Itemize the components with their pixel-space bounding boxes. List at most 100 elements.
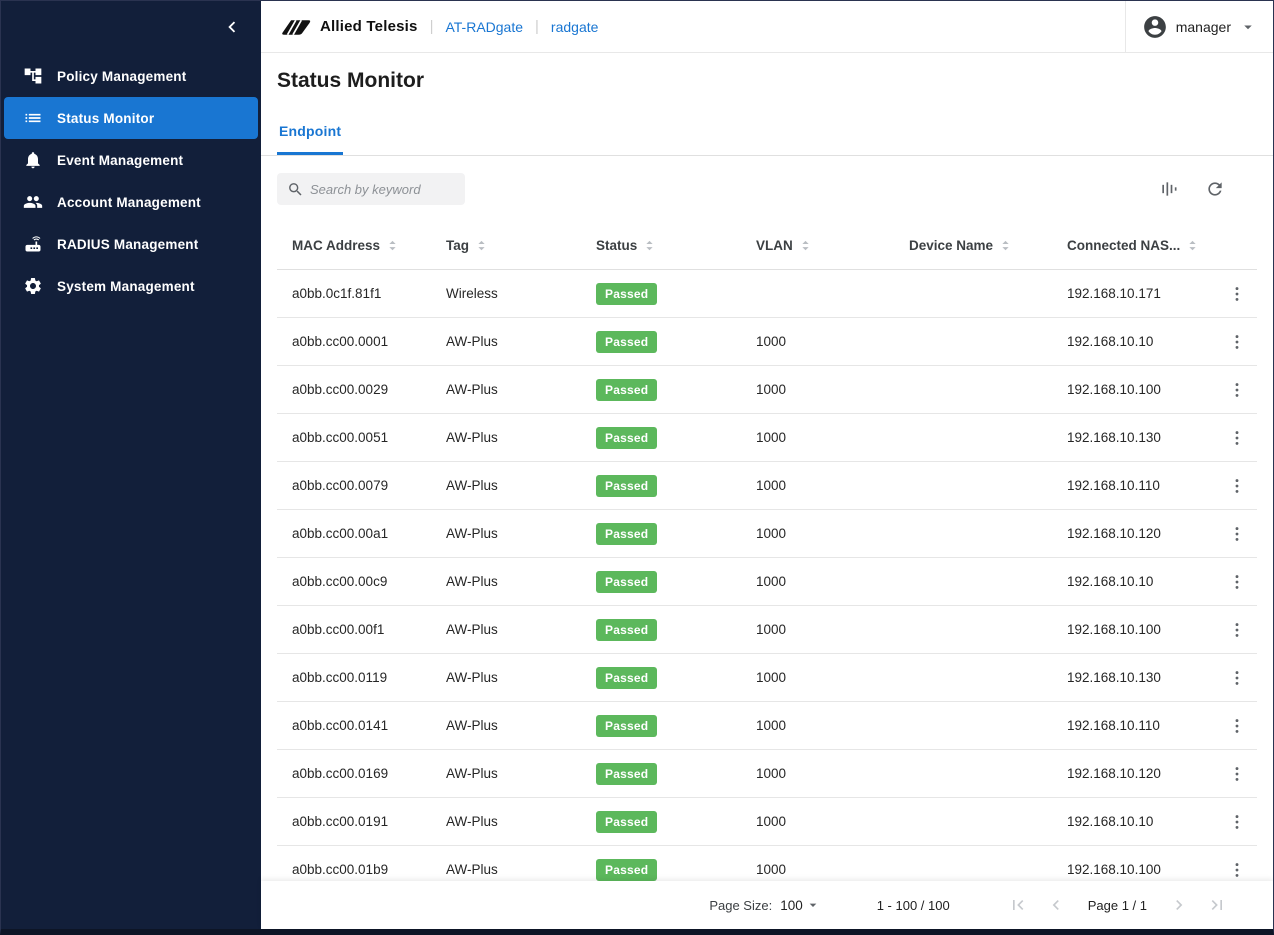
row-actions-button[interactable] (1225, 762, 1249, 786)
status-list-icon (23, 108, 43, 128)
cell-mac-address: a0bb.cc00.0079 (292, 478, 446, 493)
row-actions-button[interactable] (1225, 378, 1249, 402)
breadcrumb-product[interactable]: AT-RADgate (445, 19, 523, 35)
row-actions-button[interactable] (1225, 474, 1249, 498)
row-actions-button[interactable] (1225, 858, 1249, 882)
column-header-label: MAC Address (292, 238, 380, 253)
sidebar-item-event-management[interactable]: Event Management (4, 139, 258, 181)
cell-actions (1225, 858, 1257, 882)
status-badge: Passed (596, 619, 657, 641)
sidebar-item-policy-management[interactable]: Policy Management (4, 55, 258, 97)
sort-icon (998, 238, 1013, 253)
tab-endpoint[interactable]: Endpoint (277, 109, 343, 155)
sidebar-item-system-management[interactable]: System Management (4, 265, 258, 307)
cell-vlan: 1000 (756, 430, 909, 445)
cell-connected-nas: 192.168.10.130 (1067, 670, 1225, 685)
chevron-down-icon (1239, 18, 1257, 36)
column-header-device-name[interactable]: Device Name (909, 238, 1067, 253)
kebab-menu-icon (1227, 764, 1247, 784)
status-badge: Passed (596, 715, 657, 737)
sidebar-item-label: Status Monitor (57, 111, 154, 126)
sidebar-item-radius-management[interactable]: RADIUS Management (4, 223, 258, 265)
cell-status: Passed (596, 523, 756, 545)
cell-actions (1225, 618, 1257, 642)
column-header-mac-address[interactable]: MAC Address (292, 238, 446, 253)
column-header-vlan[interactable]: VLAN (756, 238, 909, 253)
sort-icon (642, 238, 657, 253)
column-header-tag[interactable]: Tag (446, 238, 596, 253)
allied-telesis-logo-icon (277, 17, 313, 36)
column-header-label: Status (596, 238, 637, 253)
cell-mac-address: a0bb.cc00.0169 (292, 766, 446, 781)
cell-mac-address: a0bb.cc00.0119 (292, 670, 446, 685)
chevron-right-icon (1169, 895, 1189, 915)
refresh-icon (1205, 179, 1225, 199)
cell-mac-address: a0bb.cc00.00a1 (292, 526, 446, 541)
page-nav-buttons: Page 1 / 1 (1006, 893, 1229, 917)
row-actions-button[interactable] (1225, 426, 1249, 450)
cell-status: Passed (596, 427, 756, 449)
sidebar-item-account-management[interactable]: Account Management (4, 181, 258, 223)
last-page-icon (1207, 895, 1227, 915)
table-row: a0bb.cc00.0169 AW-Plus Passed 1000 192.1… (277, 750, 1257, 798)
kebab-menu-icon (1227, 332, 1247, 352)
column-settings-button[interactable] (1157, 177, 1181, 201)
page-size-group: Page Size: 100 (709, 897, 820, 913)
sidebar-collapse-button[interactable] (217, 12, 247, 42)
cell-tag: AW-Plus (446, 526, 596, 541)
page-size-select[interactable]: 100 (780, 897, 821, 913)
sort-icon (798, 238, 813, 253)
row-actions-button[interactable] (1225, 714, 1249, 738)
top-bar: Allied Telesis | AT-RADgate | radgate ma… (261, 1, 1273, 53)
cell-connected-nas: 192.168.10.171 (1067, 286, 1225, 301)
column-header-label: Connected NAS... (1067, 238, 1180, 253)
user-menu[interactable]: manager (1125, 1, 1273, 52)
cell-actions (1225, 426, 1257, 450)
status-badge: Passed (596, 667, 657, 689)
cell-status: Passed (596, 475, 756, 497)
row-actions-button[interactable] (1225, 570, 1249, 594)
status-badge: Passed (596, 379, 657, 401)
cell-tag: AW-Plus (446, 862, 596, 877)
cell-mac-address: a0bb.cc00.0191 (292, 814, 446, 829)
table-row: a0bb.cc00.0001 AW-Plus Passed 1000 192.1… (277, 318, 1257, 366)
cell-connected-nas: 192.168.10.110 (1067, 718, 1225, 733)
row-actions-button[interactable] (1225, 282, 1249, 306)
refresh-button[interactable] (1203, 177, 1227, 201)
row-actions-button[interactable] (1225, 666, 1249, 690)
first-page-button[interactable] (1006, 893, 1030, 917)
cell-vlan: 1000 (756, 574, 909, 589)
cell-vlan: 1000 (756, 670, 909, 685)
column-header-connected-nas[interactable]: Connected NAS... (1067, 238, 1225, 253)
sidebar-item-label: RADIUS Management (57, 237, 198, 252)
cell-vlan: 1000 (756, 814, 909, 829)
kebab-menu-icon (1227, 860, 1247, 880)
cell-vlan: 1000 (756, 334, 909, 349)
cell-vlan: 1000 (756, 526, 909, 541)
table-header: MAC Address Tag Status VLAN Device Name … (277, 222, 1257, 270)
row-actions-button[interactable] (1225, 810, 1249, 834)
breadcrumb-host[interactable]: radgate (551, 19, 598, 35)
cell-vlan: 1000 (756, 766, 909, 781)
row-actions-button[interactable] (1225, 618, 1249, 642)
previous-page-button[interactable] (1044, 893, 1068, 917)
kebab-menu-icon (1227, 812, 1247, 832)
table-row: a0bb.cc00.0029 AW-Plus Passed 1000 192.1… (277, 366, 1257, 414)
kebab-menu-icon (1227, 476, 1247, 496)
column-header-status[interactable]: Status (596, 238, 756, 253)
row-actions-button[interactable] (1225, 330, 1249, 354)
cell-tag: AW-Plus (446, 622, 596, 637)
cell-status: Passed (596, 331, 756, 353)
title-row: Status Monitor (261, 53, 1273, 109)
breadcrumb-separator: | (535, 18, 539, 35)
sidebar-header (1, 1, 261, 53)
sidebar-item-status-monitor[interactable]: Status Monitor (4, 97, 258, 139)
cell-connected-nas: 192.168.10.10 (1067, 334, 1225, 349)
row-actions-button[interactable] (1225, 522, 1249, 546)
cell-status: Passed (596, 763, 756, 785)
cell-actions (1225, 378, 1257, 402)
next-page-button[interactable] (1167, 893, 1191, 917)
search-input[interactable] (310, 182, 455, 197)
last-page-button[interactable] (1205, 893, 1229, 917)
cell-mac-address: a0bb.cc00.0051 (292, 430, 446, 445)
